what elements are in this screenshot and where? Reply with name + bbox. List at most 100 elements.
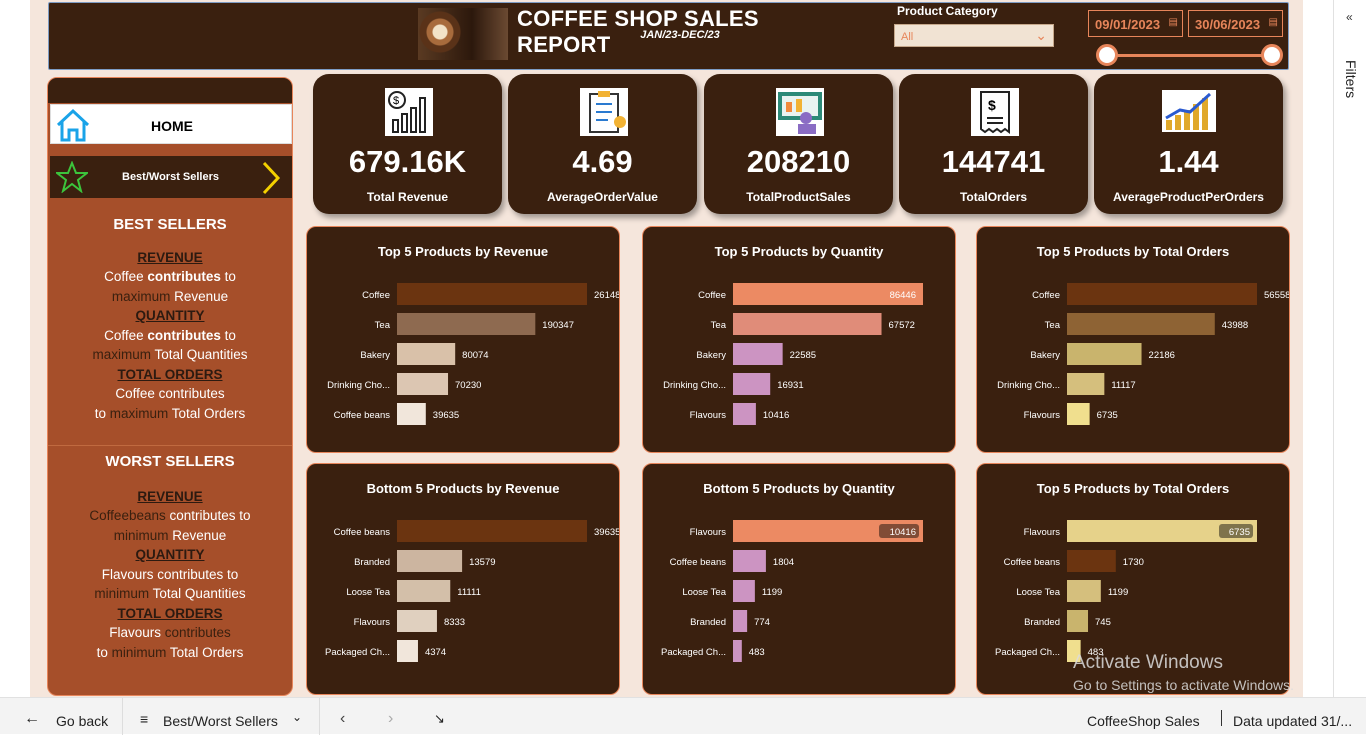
- bar: [1067, 343, 1142, 365]
- data-label: 6735: [1229, 527, 1250, 538]
- bar: [1067, 373, 1105, 395]
- fit-to-page-icon[interactable]: ↘: [434, 711, 445, 727]
- star-icon: [56, 161, 88, 193]
- bar-chart-svg: Top 5 Products by Quantity Coffee 86446 Tea…: [663, 244, 923, 425]
- bar: [397, 373, 449, 395]
- worst-orders-line2: to minimum Total Orders: [96, 645, 244, 660]
- category-label: Flavours: [1024, 527, 1061, 538]
- product-category-dropdown[interactable]: All ⌄: [894, 24, 1054, 47]
- category-label: Flavours: [1024, 410, 1061, 421]
- best-revenue-line1: Coffee contributes to: [104, 269, 236, 284]
- sidebar: HOME Best/Worst Sellers BEST SELLERS REV…: [47, 77, 293, 696]
- date-slider-start-handle[interactable]: [1096, 44, 1118, 66]
- data-label: 43988: [1222, 320, 1248, 331]
- bar: [397, 640, 418, 662]
- category-label: Loose Tea: [1016, 587, 1060, 598]
- worst-quantity-heading: QUANTITY: [135, 547, 205, 562]
- category-label: Loose Tea: [346, 587, 390, 598]
- start-date-input[interactable]: 09/01/2023 ▤: [1088, 10, 1183, 37]
- kpi-value: 1.44: [1158, 144, 1219, 179]
- category-label: Bakery: [360, 350, 390, 361]
- bar-chart-svg: Top 5 Products by Total Orders Coffee 5655…: [997, 244, 1289, 425]
- chart-bottom5-revenue: Bottom 5 Products by Revenue Coffee beans…: [306, 463, 620, 695]
- data-label: 39635: [433, 410, 459, 421]
- clipboard-icon: [580, 88, 628, 136]
- category-label: Bakery: [696, 350, 726, 361]
- status-separator: [122, 698, 123, 735]
- chevron-down-icon[interactable]: ⌄: [292, 710, 302, 724]
- data-label: 745: [1095, 617, 1111, 628]
- data-label: 10416: [890, 527, 916, 538]
- kpi-value: 144741: [941, 144, 1046, 179]
- data-updated-text: Data updated 31/...: [1233, 713, 1353, 729]
- category-label: Packaged Ch...: [995, 647, 1060, 658]
- bar: [1067, 283, 1257, 305]
- kpi-value: 679.16K: [348, 144, 467, 179]
- previous-page-icon[interactable]: ‹: [340, 710, 345, 728]
- kpi-card-total-product-sales: 208210 TotalProductSales: [704, 74, 893, 214]
- worst-revenue-line1: Coffeebeans contributes to: [89, 508, 251, 523]
- bar: [733, 550, 766, 572]
- data-label: 1804: [773, 557, 794, 568]
- arrow-left-icon[interactable]: ←: [24, 710, 40, 728]
- sidebar-top-band: [48, 78, 292, 103]
- date-slider-end-handle[interactable]: [1261, 44, 1283, 66]
- bar: [397, 520, 587, 542]
- category-label: Drinking Cho...: [997, 380, 1060, 391]
- data-label: 80074: [462, 350, 488, 361]
- bar: [1067, 550, 1116, 572]
- data-label: 1730: [1123, 557, 1144, 568]
- bar: [397, 343, 456, 365]
- kpi-value: 4.69: [572, 144, 633, 179]
- end-date-input[interactable]: 30/06/2023 ▤: [1188, 10, 1283, 37]
- bar: [733, 610, 748, 632]
- category-label: Flavours: [354, 617, 391, 628]
- category-label: Coffee beans: [334, 410, 391, 421]
- bar: [733, 313, 882, 335]
- go-back-button[interactable]: Go back: [56, 713, 108, 729]
- category-label: Coffee: [1032, 290, 1060, 301]
- category-label: Tea: [375, 320, 391, 331]
- best-worst-sellers-label: Best/Worst Sellers: [122, 171, 220, 183]
- kpi-label: AverageProductPerOrders: [1113, 190, 1264, 204]
- home-button[interactable]: HOME: [50, 104, 292, 144]
- status-separator: [1221, 710, 1222, 726]
- end-date-value: 30/06/2023: [1195, 17, 1261, 32]
- collapse-chevron-icon[interactable]: «: [1346, 10, 1353, 24]
- chart-title: Bottom 5 Products by Quantity: [703, 481, 895, 496]
- category-label: Coffee beans: [1004, 557, 1061, 568]
- category-label: Coffee: [698, 290, 726, 301]
- bar: [733, 403, 756, 425]
- best-orders-line2: to maximum Total Orders: [94, 406, 246, 421]
- chevron-down-icon: ⌄: [1035, 27, 1047, 43]
- best-orders-line1: Coffee contributes: [115, 386, 225, 401]
- kpi-label: TotalProductSales: [746, 190, 851, 204]
- kpi-card-total-revenue: $ 679.16K Total Revenue: [313, 74, 502, 214]
- page-selector[interactable]: Best/Worst Sellers: [163, 713, 278, 729]
- date-range-slider[interactable]: [1107, 54, 1273, 57]
- bar: [397, 313, 536, 335]
- home-icon: [56, 108, 90, 142]
- best-worst-sellers-button[interactable]: Best/Worst Sellers: [50, 156, 292, 198]
- best-revenue-heading: REVENUE: [137, 250, 203, 265]
- report-subtitle: JAN/23-DEC/23: [640, 29, 720, 41]
- data-label: 86446: [890, 290, 916, 301]
- bar: [1067, 580, 1101, 602]
- worst-quantity-line2: minimum Total Quantities: [94, 586, 246, 601]
- product-category-value: All: [901, 31, 914, 43]
- category-label: Drinking Cho...: [327, 380, 390, 391]
- chart-top5-total-orders: Top 5 Products by Total Orders Coffee 5655…: [976, 226, 1290, 453]
- svg-text:$: $: [393, 95, 399, 107]
- bar: [733, 640, 742, 662]
- bar: [1067, 610, 1089, 632]
- next-page-icon[interactable]: ›: [388, 710, 393, 728]
- kpi-card-average-order-value: 4.69 AverageOrderValue: [508, 74, 697, 214]
- filters-pane[interactable]: « Filters: [1333, 0, 1366, 697]
- category-label: Packaged Ch...: [661, 647, 726, 658]
- data-label: 16931: [777, 380, 803, 391]
- presentation-icon: [776, 88, 824, 136]
- calendar-icon: ▤: [1268, 17, 1278, 28]
- category-label: Branded: [354, 557, 390, 568]
- home-label: HOME: [151, 118, 193, 134]
- status-bar: ← Go back ≡ Best/Worst Sellers ⌄ ‹ › ↘ C…: [0, 697, 1366, 735]
